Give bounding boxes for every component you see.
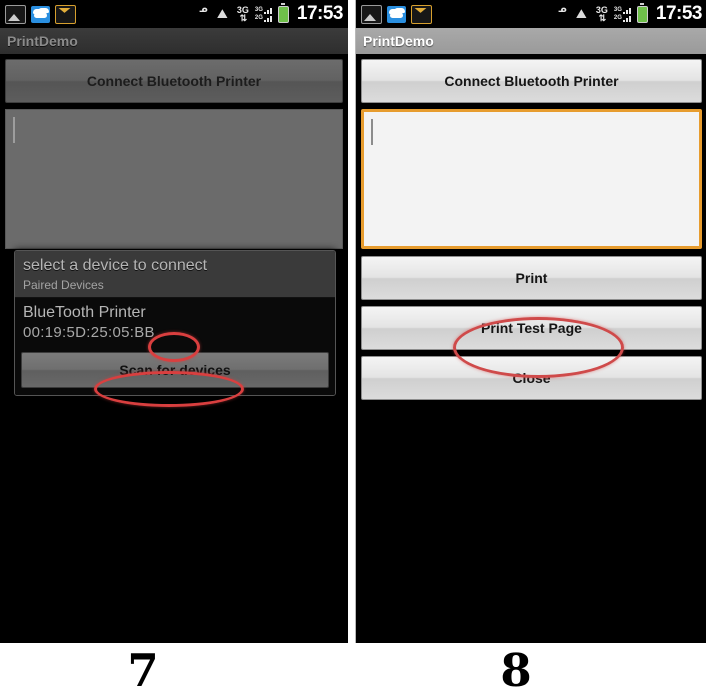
app-body-right: Connect Bluetooth Printer Print Print Te… bbox=[356, 54, 706, 400]
bluetooth-icon: ᓒ bbox=[557, 5, 567, 23]
device-mac-address: 00:19:5D:25:05:BB bbox=[23, 324, 155, 341]
dialog-footer: Scan for devices bbox=[15, 348, 335, 395]
sync-icon: ⛰ bbox=[575, 5, 587, 21]
figure-caption-8: 8 bbox=[500, 644, 532, 697]
signal-bars-icon: 3G 2G bbox=[614, 7, 631, 22]
status-clock: 17:53 bbox=[655, 3, 703, 24]
figure-container: ᓒ ⛰ 3G ⇅ 3G 2G 17:53 PrintDemo Connect Bl… bbox=[0, 0, 706, 696]
battery-icon bbox=[277, 2, 289, 23]
mail-icon bbox=[411, 4, 432, 24]
status-bar-right-left-icons bbox=[361, 4, 432, 24]
sync-icon: ⛰ bbox=[216, 5, 228, 21]
status-bar-left: ᓒ ⛰ 3G ⇅ 3G 2G 17:53 bbox=[0, 0, 348, 28]
scan-for-devices-button[interactable]: Scan for devices bbox=[21, 352, 329, 388]
connect-bluetooth-printer-button-right[interactable]: Connect Bluetooth Printer bbox=[361, 59, 702, 103]
text-caret bbox=[13, 117, 15, 143]
device-select-dialog[interactable]: select a device to connect Paired Device… bbox=[14, 250, 336, 396]
print-test-page-button[interactable]: Print Test Page bbox=[361, 306, 702, 350]
app-body-left: Connect Bluetooth Printer bbox=[0, 54, 348, 249]
signal-bars-icon: 3G 2G bbox=[255, 7, 272, 22]
network-3g-icon: 3G ⇅ bbox=[595, 5, 608, 23]
print-textarea-right[interactable] bbox=[361, 109, 702, 249]
status-bar-right-right-icons: ᓒ ⛰ 3G ⇅ 3G 2G 17:53 bbox=[557, 2, 703, 25]
mail-icon bbox=[55, 4, 76, 24]
status-clock: 17:53 bbox=[296, 3, 344, 24]
gallery-icon bbox=[361, 4, 382, 24]
phone-screenshot-right: ᓒ ⛰ 3G ⇅ 3G 2G 17:53 PrintDemo Connect Bl… bbox=[355, 0, 706, 643]
dialog-subtitle-paired-devices: Paired Devices bbox=[15, 277, 335, 298]
list-item[interactable]: BlueTooth Printer 00:19:5D:25:05:BB bbox=[15, 298, 335, 348]
status-bar-right-icons: ᓒ ⛰ 3G ⇅ 3G 2G 17:53 bbox=[198, 2, 344, 25]
gallery-icon bbox=[5, 4, 26, 24]
figure-caption-7: 7 bbox=[127, 644, 159, 697]
cloud-icon bbox=[387, 5, 406, 23]
phone-screenshot-left: ᓒ ⛰ 3G ⇅ 3G 2G 17:53 PrintDemo Connect Bl… bbox=[0, 0, 348, 643]
bluetooth-icon: ᓒ bbox=[198, 5, 208, 23]
app-title-bar-left: PrintDemo bbox=[0, 28, 348, 54]
device-name: BlueTooth Printer bbox=[23, 304, 146, 321]
battery-icon bbox=[636, 2, 648, 23]
print-button[interactable]: Print bbox=[361, 256, 702, 300]
status-bar-right: ᓒ ⛰ 3G ⇅ 3G 2G 17:53 bbox=[356, 0, 706, 28]
network-3g-icon: 3G ⇅ bbox=[236, 5, 249, 23]
cloud-icon bbox=[31, 5, 50, 23]
app-title-left: PrintDemo bbox=[7, 33, 78, 49]
text-caret bbox=[371, 119, 373, 145]
print-textarea-left[interactable] bbox=[5, 109, 343, 249]
app-title-bar-right: PrintDemo bbox=[356, 28, 706, 54]
connect-bluetooth-printer-button-left[interactable]: Connect Bluetooth Printer bbox=[5, 59, 343, 103]
app-title-right: PrintDemo bbox=[363, 33, 434, 49]
status-bar-left-icons bbox=[5, 4, 76, 24]
close-button[interactable]: Close bbox=[361, 356, 702, 400]
dialog-title: select a device to connect bbox=[15, 251, 335, 277]
